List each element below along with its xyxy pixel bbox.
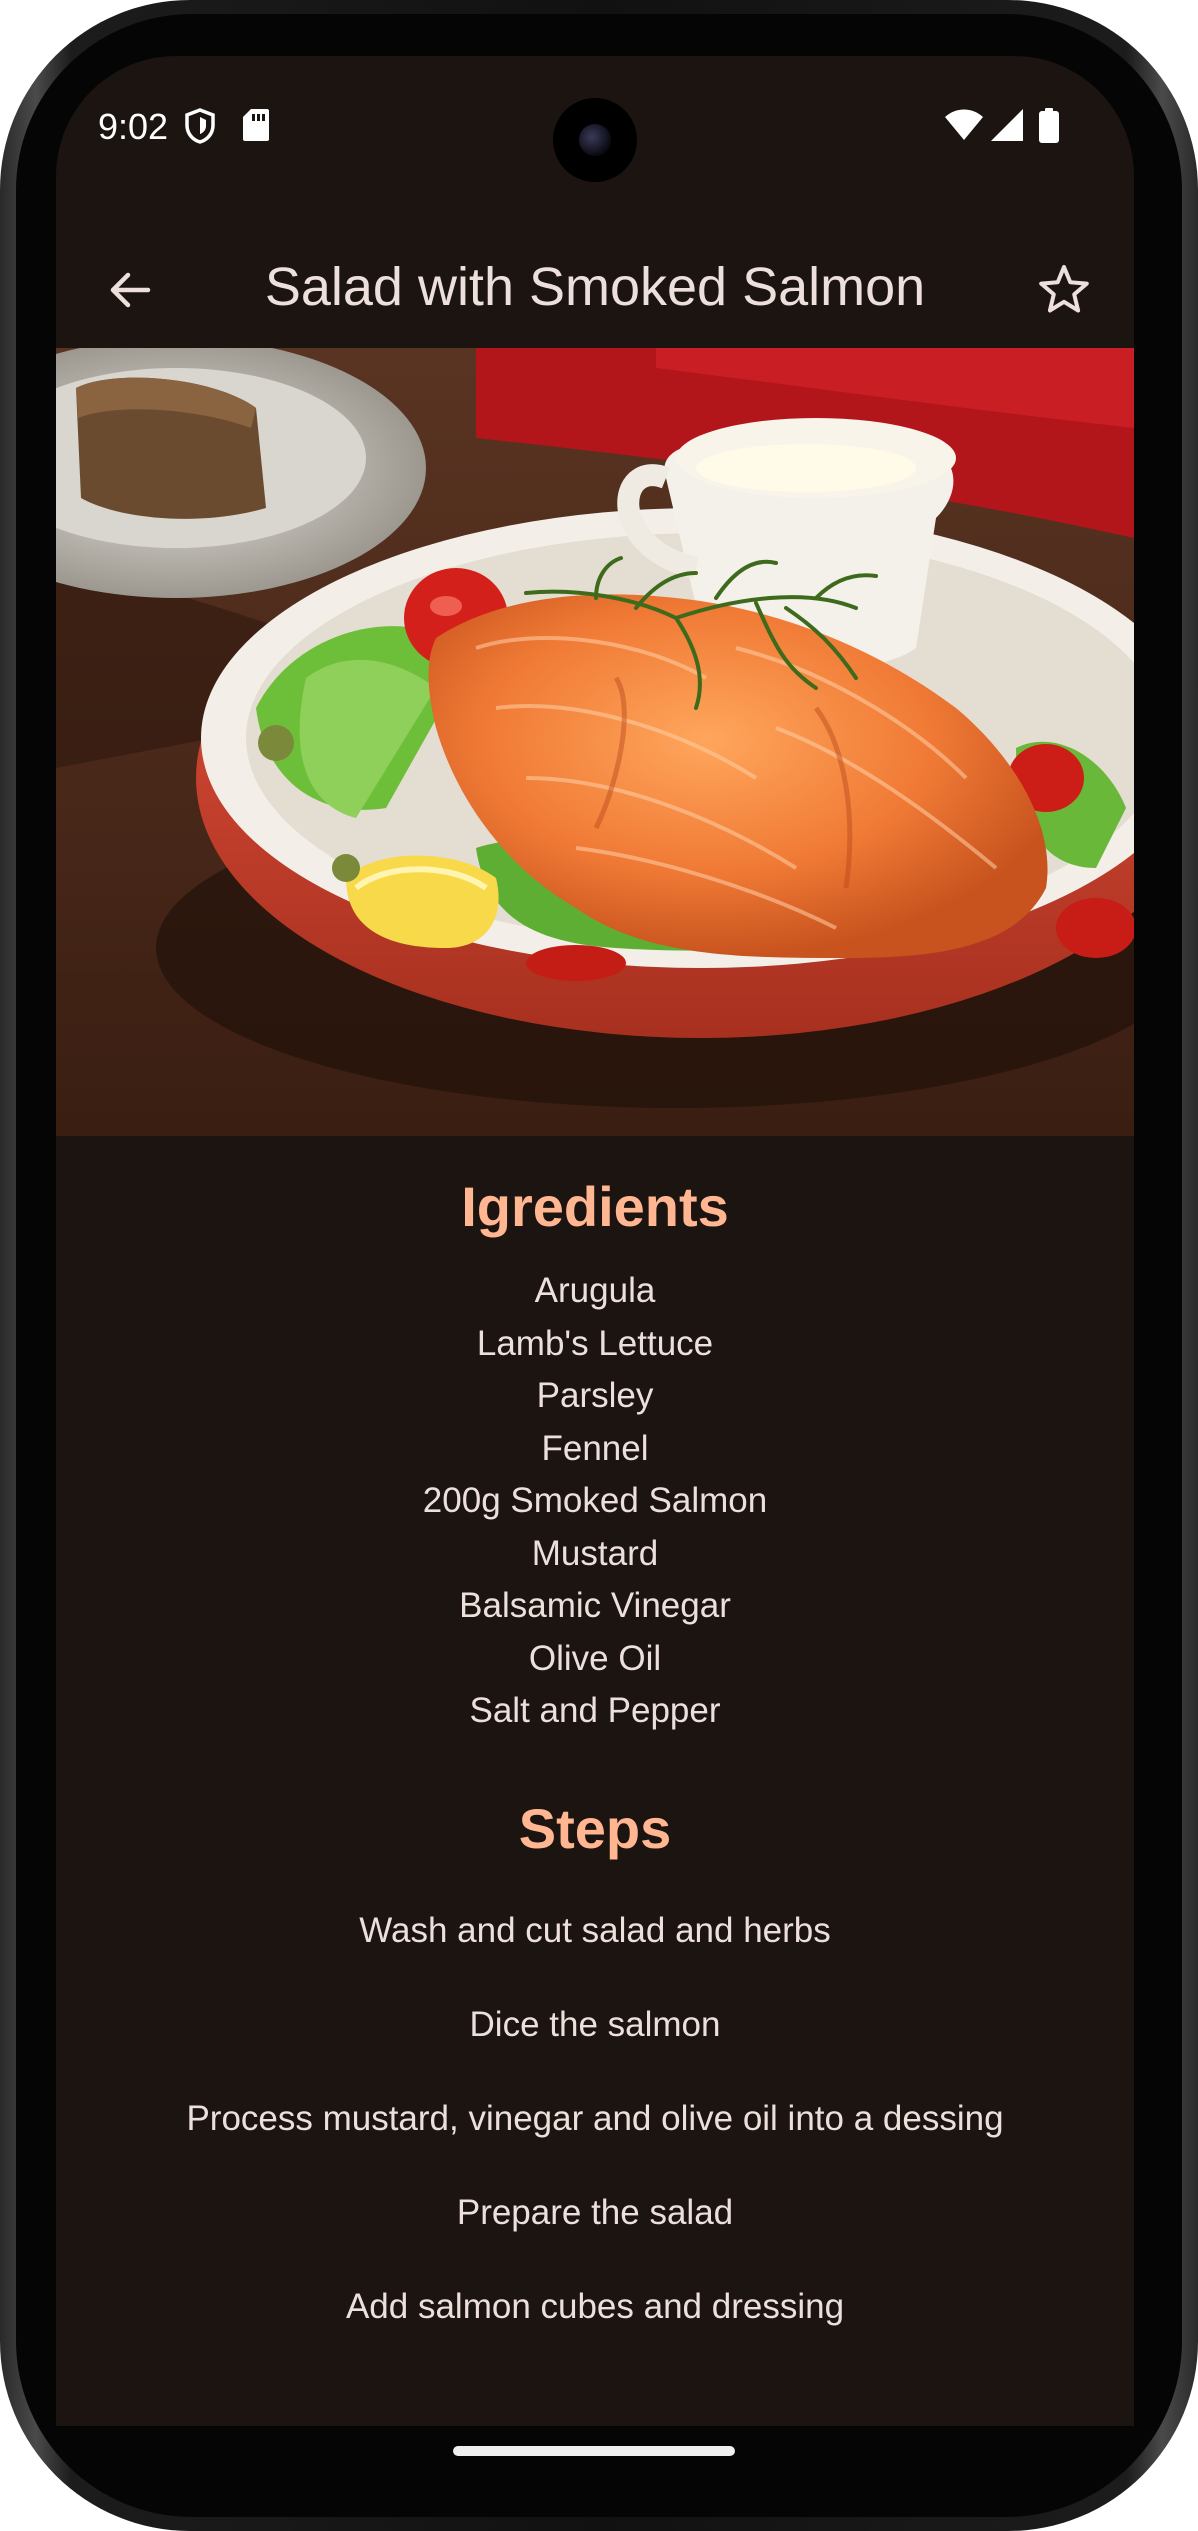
- status-time: 9:02: [98, 106, 169, 147]
- home-indicator[interactable]: [453, 2446, 735, 2456]
- battery-icon: [1038, 108, 1060, 149]
- volume-button: [1194, 1000, 1198, 1360]
- step-item: Add salmon cubes and dressing: [345, 2286, 845, 2326]
- power-button: [1194, 690, 1198, 890]
- front-camera: [553, 98, 637, 182]
- recipe-image: [56, 348, 1134, 1136]
- step-item: Process mustard, vinegar and olive oil i…: [186, 2098, 1004, 2138]
- list-item: Arugula: [534, 1271, 656, 1310]
- arrow-back-icon: [106, 266, 154, 319]
- top-app-bar: Salad with Smoked Salmon: [56, 236, 1134, 348]
- sd-card-icon: [242, 108, 270, 147]
- list-item: Lamb's Lettuce: [476, 1323, 714, 1363]
- step-item: Dice the salmon: [469, 2004, 721, 2044]
- page-title: Salad with Smoked Salmon: [264, 257, 926, 317]
- step-item: Prepare the salad: [456, 2192, 734, 2232]
- list-item: 200g Smoked Salmon: [422, 1481, 768, 1520]
- ingredients-heading: Igredients: [461, 1175, 729, 1238]
- cellular-signal-icon: [990, 108, 1024, 147]
- list-item: Olive Oil: [528, 1638, 662, 1678]
- recipe-details: Igredients Arugula Lamb's Lettuce Parsle…: [56, 1136, 1134, 2381]
- list-item: Salt and Pepper: [469, 1691, 721, 1730]
- wifi-icon: [944, 108, 984, 147]
- steps-heading: Steps: [518, 1796, 672, 1860]
- list-item: Fennel: [541, 1428, 649, 1468]
- step-item: Wash and cut salad and herbs: [359, 1910, 831, 1950]
- shield-icon: [184, 108, 216, 149]
- screen: 9:02 Salad with Smoked Salmon Igredients…: [56, 56, 1134, 2426]
- ingredients-list: Arugula Lamb's Lettuce Parsley Fennel 20…: [56, 1265, 1134, 1738]
- status-bar: 9:02: [56, 56, 1134, 206]
- list-item: Mustard: [531, 1533, 659, 1573]
- list-item: Parsley: [536, 1376, 654, 1415]
- star-outline-icon: [1036, 262, 1092, 323]
- favorite-button[interactable]: [1028, 256, 1100, 328]
- phone-frame: 9:02 Salad with Smoked Salmon Igredients…: [0, 0, 1198, 2531]
- back-button[interactable]: [96, 258, 164, 326]
- list-item: Balsamic Vinegar: [459, 1586, 731, 1625]
- steps-list: Wash and cut salad and herbs Dice the sa…: [56, 1911, 1134, 2327]
